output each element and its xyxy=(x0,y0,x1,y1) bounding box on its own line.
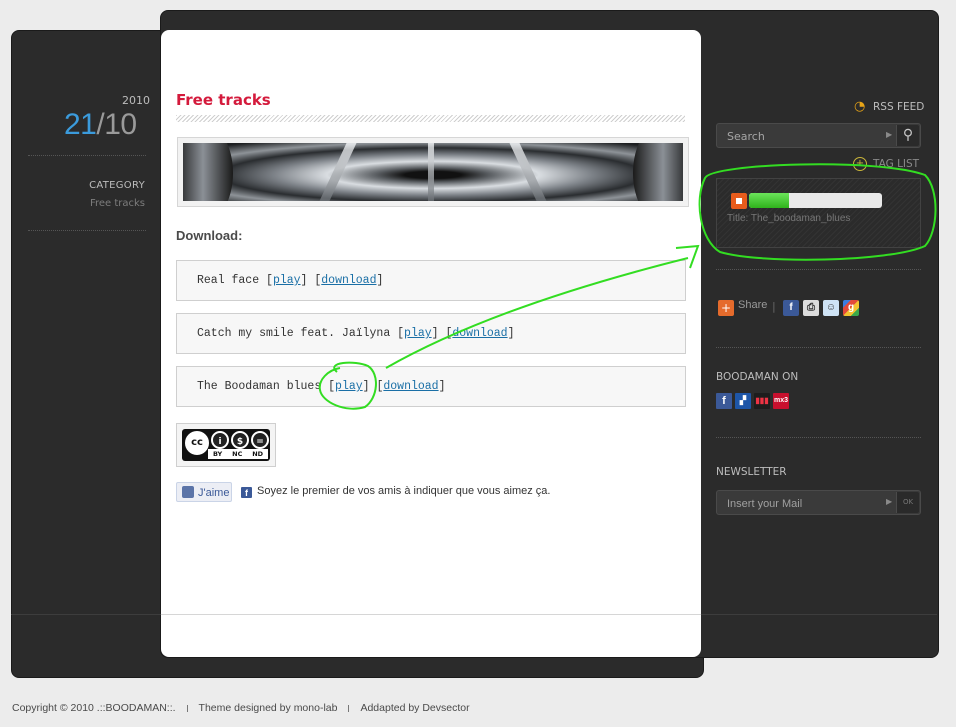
cc-nc-label: NC xyxy=(232,450,243,458)
cc-by-label: BY xyxy=(212,450,223,458)
track-box: The Boodaman blues [play] [download] xyxy=(176,366,686,407)
creative-commons-badge[interactable]: cc i $ = BY NC ND xyxy=(176,423,276,467)
tag-list-toggle[interactable]: + TAG LIST xyxy=(853,157,919,171)
speaker-banner-image xyxy=(177,137,689,207)
track-box: Real face [play] [download] xyxy=(176,260,686,301)
share-link[interactable]: Share xyxy=(738,299,767,311)
mx3-icon[interactable]: mx3 xyxy=(773,393,789,409)
noderivatives-icon: = xyxy=(251,431,269,449)
like-button-label: J'aime xyxy=(198,487,230,499)
boodaman-on-heading: BOODAMAN ON xyxy=(716,371,799,383)
google-bookmark-icon[interactable]: g xyxy=(843,300,859,316)
rss-feed-link[interactable]: RSS FEED xyxy=(873,101,924,113)
play-link[interactable]: play xyxy=(273,274,301,287)
mail-arrow-icon: ▶ xyxy=(886,497,893,506)
newsletter-ok-button[interactable]: OK xyxy=(896,492,919,513)
like-social-text: Soyez le premier de vos amis à indiquer … xyxy=(257,485,551,497)
facebook-icon[interactable]: f xyxy=(716,393,732,409)
category-divider xyxy=(28,230,146,231)
facebook-share-icon[interactable]: f xyxy=(783,300,799,316)
category-link[interactable]: Free tracks xyxy=(90,198,145,209)
facebook-icon: f xyxy=(241,487,252,498)
download-heading: Download: xyxy=(176,228,243,243)
newsletter-email-input[interactable] xyxy=(718,492,899,515)
deezer-icon[interactable]: ▮▮▮ xyxy=(754,393,770,409)
thumbs-up-icon xyxy=(182,486,194,498)
sidebar-divider xyxy=(716,437,921,438)
post-date: 21/10 xyxy=(64,108,137,142)
sidebar-divider xyxy=(716,347,921,348)
download-link[interactable]: download xyxy=(452,327,507,340)
theme-credit-link[interactable]: Theme designed by mono-lab xyxy=(199,702,338,714)
track-name: Catch my smile feat. Jaïlyna xyxy=(197,327,391,340)
player-progress-fill xyxy=(749,193,789,208)
plus-icon: + xyxy=(853,157,867,171)
player-progress-bar[interactable] xyxy=(749,193,882,208)
search-arrow-icon: ▶ xyxy=(886,130,893,139)
post-month: 10 xyxy=(104,108,137,141)
track-name: The Boodaman blues xyxy=(197,380,322,393)
left-footer-divider xyxy=(11,614,161,615)
cc-nd-label: ND xyxy=(252,450,264,458)
facebook-like-button[interactable]: J'aime xyxy=(176,482,232,502)
adapted-credit-link[interactable]: Addapted by Devsector xyxy=(360,702,469,714)
newsletter-box: ▶ OK xyxy=(716,490,921,515)
track-name: Real face xyxy=(197,274,260,287)
search-icon: ⚲ xyxy=(902,127,914,143)
download-link[interactable]: download xyxy=(383,380,438,393)
player-track-title: Title: The_boodaman_blues xyxy=(727,213,851,224)
search-box: ▶ ⚲ xyxy=(716,123,921,148)
stop-button[interactable] xyxy=(731,193,747,209)
sidebar-divider xyxy=(716,269,921,270)
track-box: Catch my smile feat. Jaïlyna [play] [dow… xyxy=(176,313,686,354)
post-day: 21 xyxy=(64,108,97,141)
play-link[interactable]: play xyxy=(404,327,432,340)
attribution-icon: i xyxy=(211,431,229,449)
share-separator: | xyxy=(772,300,776,313)
download-link[interactable]: download xyxy=(321,274,376,287)
share-icon[interactable]: + xyxy=(718,300,734,316)
post-year: 2010 xyxy=(122,94,150,107)
play-link[interactable]: play xyxy=(335,380,363,393)
cc-icon: cc xyxy=(185,431,209,455)
reddit-icon[interactable]: ☺ xyxy=(823,300,839,316)
search-input[interactable] xyxy=(718,125,899,148)
rss-icon[interactable]: ◔ xyxy=(854,100,868,114)
audio-player: Title: The_boodaman_blues xyxy=(716,178,921,248)
newsletter-heading: NEWSLETTER xyxy=(716,466,787,478)
right-footer-divider xyxy=(700,614,937,615)
search-button[interactable]: ⚲ xyxy=(896,125,919,146)
post-content: Free tracks Download: Real face [play] [… xyxy=(161,30,701,657)
noncommercial-icon: $ xyxy=(231,431,249,449)
tag-list-label: TAG LIST xyxy=(873,158,920,170)
category-label: CATEGORY xyxy=(89,180,145,191)
myspace-icon[interactable]: ▞ xyxy=(735,393,751,409)
post-title[interactable]: Free tracks xyxy=(176,91,271,109)
copyright-text: Copyright © 2010 .::BOODAMAN::. xyxy=(12,702,176,714)
title-hatch-divider xyxy=(176,115,685,122)
date-divider xyxy=(28,155,146,156)
print-icon[interactable]: ⎙ xyxy=(803,300,819,316)
content-footer-divider xyxy=(161,614,701,615)
page-footer: Copyright © 2010 .::BOODAMAN::. Theme des… xyxy=(12,702,470,714)
